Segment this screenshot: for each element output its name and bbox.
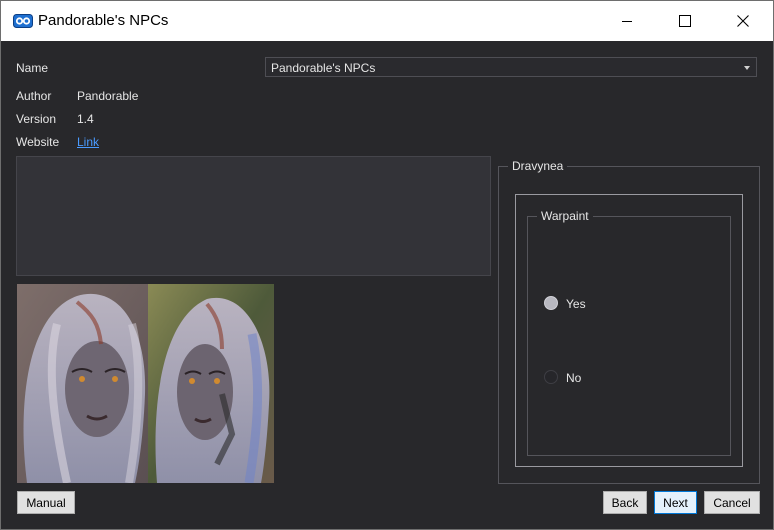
warpaint-group-box xyxy=(527,216,731,456)
manual-button[interactable]: Manual xyxy=(17,491,75,514)
author-label: Author xyxy=(16,89,52,103)
title-bar: Pandorable's NPCs xyxy=(1,1,773,41)
minimize-icon xyxy=(622,21,632,22)
minimize-button[interactable] xyxy=(598,1,656,41)
name-select[interactable]: Pandorable's NPCs xyxy=(265,57,757,77)
app-logo-icon xyxy=(13,14,33,28)
radio-no-label[interactable]: No xyxy=(566,371,581,385)
installer-window: Pandorable's NPCs Name Pandorable's NPCs… xyxy=(0,0,774,530)
website-link[interactable]: Link xyxy=(77,135,99,149)
version-label: Version xyxy=(16,112,57,126)
name-label: Name xyxy=(16,61,49,75)
maximize-button[interactable] xyxy=(656,1,714,41)
preview-image xyxy=(17,284,274,483)
name-select-value: Pandorable's NPCs xyxy=(271,61,376,75)
warpaint-group-title: Warpaint xyxy=(537,209,593,223)
radio-yes[interactable] xyxy=(544,296,558,310)
website-label: Website xyxy=(16,135,60,149)
close-icon xyxy=(737,15,749,27)
author-value: Pandorable xyxy=(77,89,139,103)
back-button[interactable]: Back xyxy=(603,491,647,514)
cancel-button[interactable]: Cancel xyxy=(704,491,760,514)
next-button[interactable]: Next xyxy=(654,491,697,514)
description-box xyxy=(16,156,491,276)
close-button[interactable] xyxy=(714,1,772,41)
radio-no[interactable] xyxy=(544,370,558,384)
option-group-title: Dravynea xyxy=(508,159,568,173)
radio-yes-label[interactable]: Yes xyxy=(566,297,586,311)
maximize-icon xyxy=(679,15,691,27)
window-title: Pandorable's NPCs xyxy=(38,12,169,29)
version-value: 1.4 xyxy=(77,112,94,126)
chevron-down-icon xyxy=(744,66,750,70)
